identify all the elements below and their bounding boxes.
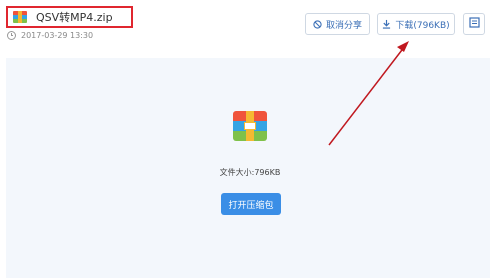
download-button[interactable]: 下载(796KB) bbox=[377, 13, 455, 35]
file-name-highlight: QSV转MP4.zip bbox=[6, 6, 133, 28]
cancel-share-button[interactable]: 取消分享 bbox=[305, 13, 370, 35]
open-archive-button[interactable]: 打开压缩包 bbox=[221, 193, 281, 215]
file-size-text: 文件大小:796KB bbox=[219, 168, 281, 177]
clock-icon bbox=[7, 30, 16, 40]
cancel-share-label: 取消分享 bbox=[325, 20, 362, 31]
no-share-icon bbox=[313, 19, 322, 29]
zip-archive-icon bbox=[13, 11, 27, 23]
annotation-arrow-head bbox=[397, 41, 409, 52]
save-icon bbox=[468, 17, 480, 31]
zip-archive-large-icon bbox=[233, 111, 267, 141]
download-label: 下载(796KB) bbox=[395, 20, 450, 31]
file-date-text: 2017-03-29 13:30 bbox=[21, 30, 94, 40]
file-date: 2017-03-29 13:30 bbox=[7, 29, 93, 41]
save-to-disk-button[interactable] bbox=[463, 13, 485, 35]
download-icon bbox=[382, 19, 391, 29]
file-name: QSV转MP4.zip bbox=[36, 11, 113, 24]
